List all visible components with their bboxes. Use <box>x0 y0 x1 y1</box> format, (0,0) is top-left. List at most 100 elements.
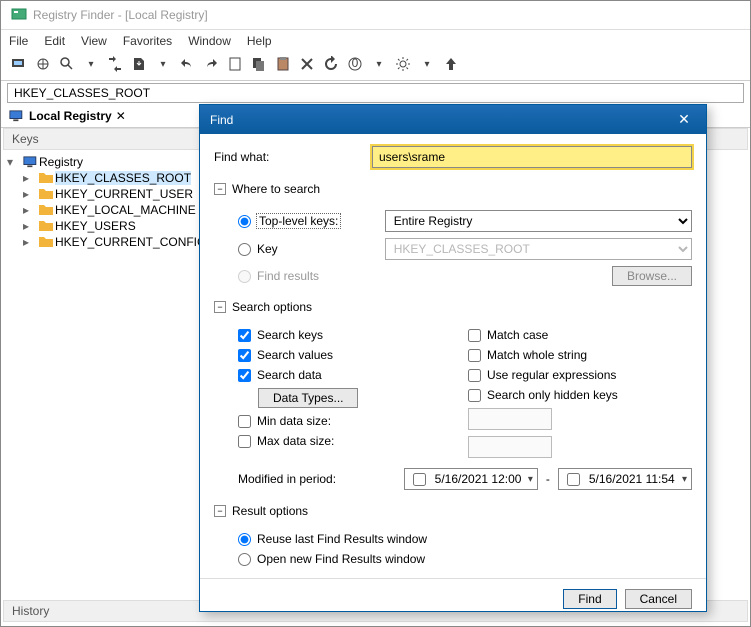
expander-icon[interactable]: ▸ <box>23 171 37 185</box>
collapse-icon[interactable]: − <box>214 301 226 313</box>
folder-icon <box>39 220 53 232</box>
dropdown-icon[interactable]: ▾ <box>153 54 173 74</box>
collapse-icon[interactable]: − <box>214 505 226 517</box>
label-match-case: Match case <box>487 328 548 342</box>
dropdown-icon[interactable]: ▾ <box>81 54 101 74</box>
search-icon[interactable] <box>57 54 77 74</box>
expander-icon[interactable]: ▸ <box>23 235 37 249</box>
chevron-down-icon[interactable]: ▾ <box>528 474 533 485</box>
check-search-values[interactable] <box>238 349 251 362</box>
paste-icon[interactable] <box>273 54 293 74</box>
collapse-icon[interactable]: − <box>214 183 226 195</box>
radio-top-level-keys[interactable] <box>238 215 251 228</box>
close-icon[interactable]: ✕ <box>116 109 126 123</box>
radio-find-results <box>238 270 251 283</box>
check-regex[interactable] <box>468 369 481 382</box>
label-open-new: Open new Find Results window <box>257 552 425 566</box>
new-icon[interactable] <box>225 54 245 74</box>
menu-view[interactable]: View <box>81 34 107 48</box>
label-reuse: Reuse last Find Results window <box>257 532 427 546</box>
label-regex: Use regular expressions <box>487 368 616 382</box>
max-size-input <box>468 436 552 458</box>
replace-icon[interactable] <box>105 54 125 74</box>
group-where: Where to search <box>232 182 320 196</box>
address-bar[interactable]: HKEY_CLASSES_ROOT <box>7 83 744 103</box>
hex-icon[interactable]: 0 <box>345 54 365 74</box>
monitor-icon <box>9 110 23 122</box>
export-icon[interactable] <box>129 54 149 74</box>
check-max-size[interactable] <box>238 435 251 448</box>
dropdown-icon[interactable]: ▾ <box>369 54 389 74</box>
find-what-input[interactable] <box>372 146 692 168</box>
redo-icon[interactable] <box>201 54 221 74</box>
copy-icon[interactable] <box>249 54 269 74</box>
find-what-label: Find what: <box>214 150 364 164</box>
folder-icon <box>39 236 53 248</box>
check-date-from[interactable] <box>413 473 426 486</box>
label-top-level-keys: Top-level keys: <box>257 214 340 228</box>
dropdown-icon[interactable]: ▾ <box>417 54 437 74</box>
menu-file[interactable]: File <box>9 34 28 48</box>
radio-reuse-window[interactable] <box>238 533 251 546</box>
tree-root[interactable]: Registry <box>39 155 83 169</box>
check-min-size[interactable] <box>238 415 251 428</box>
delete-icon[interactable] <box>297 54 317 74</box>
undo-icon[interactable] <box>177 54 197 74</box>
folder-icon <box>39 204 53 216</box>
chevron-down-icon[interactable]: ▾ <box>682 474 687 485</box>
min-size-input <box>468 408 552 430</box>
menubar: File Edit View Favorites Window Help <box>1 30 750 52</box>
check-match-whole[interactable] <box>468 349 481 362</box>
tab-local-registry[interactable]: Local Registry <box>29 109 112 123</box>
date-from[interactable]: 5/16/2021 12:00 ▾ <box>404 468 538 490</box>
toolbar: ▾ ▾ 0 ▾ ▾ <box>1 52 750 81</box>
tree-item-hkcr[interactable]: HKEY_CLASSES_ROOT <box>55 171 191 185</box>
label-search-data: Search data <box>257 368 322 382</box>
label-max-size: Max data size: <box>257 434 334 448</box>
radio-new-window[interactable] <box>238 553 251 566</box>
check-date-to[interactable] <box>567 473 580 486</box>
check-hidden[interactable] <box>468 389 481 402</box>
radio-key[interactable] <box>238 243 251 256</box>
expander-icon[interactable]: ▾ <box>7 155 21 169</box>
expander-icon[interactable]: ▸ <box>23 219 37 233</box>
find-button[interactable]: Find <box>563 589 616 609</box>
scope-select[interactable]: Entire Registry <box>385 210 692 232</box>
key-select: HKEY_CLASSES_ROOT <box>385 238 692 260</box>
date-to[interactable]: 5/16/2021 11:54 ▾ <box>558 468 692 490</box>
menu-help[interactable]: Help <box>247 34 272 48</box>
browse-button: Browse... <box>612 266 692 286</box>
dialog-title: Find <box>210 113 233 127</box>
menu-window[interactable]: Window <box>188 34 231 48</box>
cancel-button[interactable]: Cancel <box>625 589 692 609</box>
find-dialog: Find ✕ Find what: − Where to search Top-… <box>199 104 707 612</box>
check-search-keys[interactable] <box>238 329 251 342</box>
check-match-case[interactable] <box>468 329 481 342</box>
close-icon[interactable]: ✕ <box>672 111 696 128</box>
settings-icon[interactable] <box>393 54 413 74</box>
data-types-button[interactable]: Data Types... <box>258 388 358 408</box>
menu-edit[interactable]: Edit <box>44 34 65 48</box>
tree-item-hklm[interactable]: HKEY_LOCAL_MACHINE <box>55 203 196 217</box>
tree-item-hkcc[interactable]: HKEY_CURRENT_CONFIG <box>55 235 206 249</box>
group-options: Search options <box>232 300 312 314</box>
label-min-size: Min data size: <box>257 414 331 428</box>
monitor-icon <box>23 156 37 168</box>
label-key: Key <box>257 242 278 256</box>
check-search-data[interactable] <box>238 369 251 382</box>
label-search-values: Search values <box>257 348 333 362</box>
expander-icon[interactable]: ▸ <box>23 203 37 217</box>
connect-remote-icon[interactable] <box>33 54 53 74</box>
connect-local-icon[interactable] <box>9 54 29 74</box>
expander-icon[interactable]: ▸ <box>23 187 37 201</box>
menu-favorites[interactable]: Favorites <box>123 34 172 48</box>
dash: - <box>546 472 550 486</box>
tree-item-hkcu[interactable]: HKEY_CURRENT_USER <box>55 187 193 201</box>
refresh-icon[interactable] <box>321 54 341 74</box>
label-modified: Modified in period: <box>238 472 396 486</box>
up-icon[interactable] <box>441 54 461 74</box>
label-hidden: Search only hidden keys <box>487 388 618 402</box>
group-result: Result options <box>232 504 308 518</box>
tree-item-hku[interactable]: HKEY_USERS <box>55 219 136 233</box>
window-title: Registry Finder - [Local Registry] <box>33 8 208 22</box>
